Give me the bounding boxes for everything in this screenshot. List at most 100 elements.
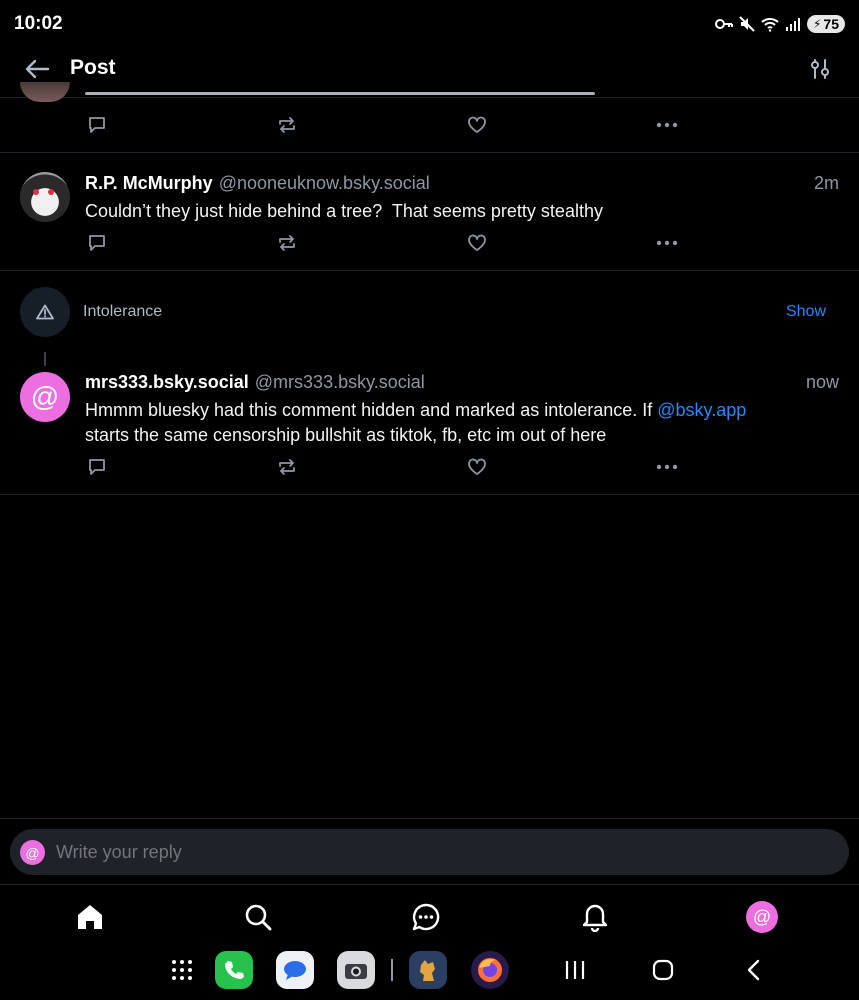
messages-app[interactable] [276, 951, 314, 989]
arrow-left-icon [25, 59, 50, 79]
tab-home[interactable] [73, 900, 107, 934]
home-square-icon [652, 959, 674, 981]
page-title: Post [70, 56, 116, 79]
home-icon [78, 905, 102, 929]
recents-button[interactable] [562, 958, 588, 982]
status-time: 10:02 [14, 13, 63, 34]
divider [0, 818, 859, 819]
content-warning-label: Intolerance [83, 303, 163, 320]
repost-icon [279, 117, 295, 133]
reply-icon [89, 117, 105, 133]
tab-search[interactable] [241, 900, 275, 934]
sliders-icon [811, 59, 829, 79]
system-back-button[interactable] [742, 958, 766, 982]
bell-icon [582, 904, 608, 932]
post-timestamp: now [805, 372, 839, 392]
avatar[interactable] [20, 172, 70, 222]
post-byline: mrs333.bsky.social @mrs333.bsky.social [85, 372, 425, 393]
firefox-icon [478, 958, 502, 982]
reply-button[interactable] [85, 231, 109, 255]
warning-icon [36, 304, 54, 320]
post-actions [85, 231, 685, 255]
post-text: Couldn’t they just hide behind a tree? T… [85, 201, 603, 221]
tab-notifications[interactable] [578, 900, 612, 934]
avatar[interactable] [20, 82, 70, 102]
like-button[interactable] [465, 455, 489, 479]
message-bubble-icon [284, 961, 306, 980]
more-icon [656, 464, 678, 470]
chevron-left-icon [747, 959, 760, 981]
post-text-line: starts the same censorship bullshit as t… [85, 425, 607, 445]
tab-profile[interactable]: @ [746, 901, 778, 933]
back-button[interactable] [20, 54, 54, 84]
divider [0, 270, 859, 271]
author-name[interactable]: R.P. McMurphy [85, 173, 213, 193]
thread-connector [44, 352, 46, 366]
post-text: Hmmm bluesky had this comment hidden and… [85, 398, 835, 448]
reply-composer[interactable]: @ [10, 829, 849, 875]
mute-icon [739, 16, 755, 32]
content-warning-badge [20, 287, 70, 337]
phone-icon [225, 961, 244, 979]
post-text-segment: Hmmm bluesky had this comment hidden and… [85, 400, 658, 420]
phone-app[interactable] [215, 951, 253, 989]
dock-separator [391, 959, 393, 981]
more-button[interactable] [655, 231, 679, 255]
battery-level: 75 [823, 16, 839, 32]
reply-icon [89, 459, 105, 475]
divider [0, 884, 859, 885]
post-actions [85, 455, 685, 479]
apps-grid-button[interactable] [170, 958, 194, 982]
reply-button[interactable] [85, 455, 109, 479]
thread-settings-button[interactable] [803, 54, 837, 84]
repost-button[interactable] [275, 455, 299, 479]
recent-app-1[interactable] [409, 951, 447, 989]
battery-icon: ⚡ [812, 17, 822, 31]
more-button[interactable] [655, 113, 679, 137]
battery-indicator: ⚡ 75 [806, 15, 845, 33]
reply-button[interactable] [85, 113, 109, 137]
firefox-app[interactable] [471, 951, 509, 989]
vpn-key-icon [714, 19, 733, 29]
more-icon [656, 122, 678, 128]
my-avatar: @ [20, 840, 45, 865]
divider [0, 494, 859, 495]
repost-button[interactable] [275, 231, 299, 255]
post-text-line: Hmmm bluesky had this comment hidden and… [85, 398, 835, 423]
mention-link[interactable]: @bsky.app [657, 400, 746, 420]
author-handle[interactable]: @mrs333.bsky.social [255, 372, 425, 392]
repost-button[interactable] [275, 113, 299, 137]
camera-icon [345, 964, 367, 979]
post-actions [85, 113, 685, 137]
repost-icon [279, 459, 295, 475]
author-handle[interactable]: @nooneuknow.bsky.social [219, 173, 430, 193]
like-button[interactable] [465, 113, 489, 137]
grid-icon [172, 960, 192, 980]
heart-icon [468, 116, 486, 133]
show-hidden-button[interactable]: Show [786, 303, 826, 321]
avatar[interactable]: @ [20, 372, 70, 422]
dog-icon [420, 960, 435, 981]
author-name[interactable]: mrs333.bsky.social [85, 372, 249, 392]
tab-chat[interactable] [409, 900, 443, 934]
repost-icon [279, 235, 295, 251]
reply-icon [89, 235, 105, 251]
like-button[interactable] [465, 231, 489, 255]
post-timestamp: 2m [813, 173, 839, 193]
divider [0, 152, 859, 153]
reply-input[interactable] [56, 842, 756, 863]
chat-icon [412, 903, 440, 931]
more-button[interactable] [655, 455, 679, 479]
status-icons: ⚡ 75 [714, 13, 845, 35]
recents-icon [565, 961, 585, 979]
wifi-icon [761, 18, 779, 32]
home-button[interactable] [651, 958, 675, 982]
heart-icon [468, 234, 486, 251]
camera-app[interactable] [337, 951, 375, 989]
cut-off-post-text [85, 86, 685, 97]
post-byline: R.P. McMurphy @nooneuknow.bsky.social [85, 173, 430, 194]
search-icon [245, 904, 272, 931]
heart-icon [468, 458, 486, 475]
signal-icon [785, 18, 800, 31]
more-icon [656, 240, 678, 246]
